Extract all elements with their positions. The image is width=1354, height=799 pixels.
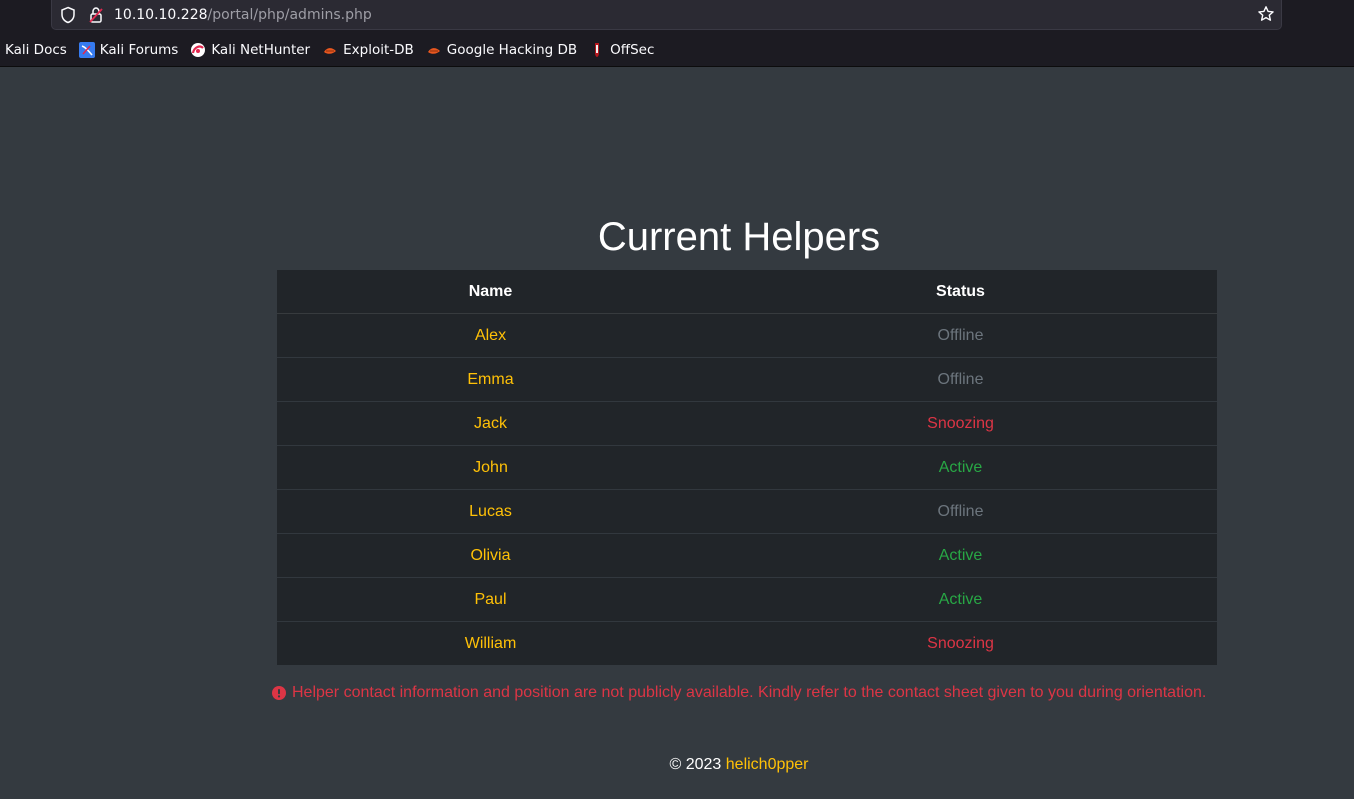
bookmark-label: Exploit-DB xyxy=(343,42,414,58)
offsec-icon xyxy=(589,42,605,58)
bookmark-kali-docs[interactable]: Kali Docs xyxy=(5,42,67,58)
table-row: John Active xyxy=(277,445,1217,490)
page-title: Current Helpers xyxy=(597,215,881,259)
footer: © 2023 helich0pper xyxy=(0,756,1354,774)
helpers-table: Name Status Alex Offline Emma Offline Ja… xyxy=(277,270,1217,665)
url-text[interactable]: 10.10.10.228/portal/php/admins.php xyxy=(114,6,372,24)
insecure-lock-icon[interactable] xyxy=(88,6,104,29)
helper-name: Jack xyxy=(277,401,704,446)
nethunter-icon xyxy=(190,42,206,58)
table-row: Paul Active xyxy=(277,577,1217,622)
footer-copyright: © 2023 xyxy=(669,756,722,773)
helper-status: Active xyxy=(704,533,1217,578)
browser-chrome: 10.10.10.228/portal/php/admins.php Kali … xyxy=(0,0,1354,67)
helper-name: Alex xyxy=(277,313,704,358)
bookmark-google-hacking-db[interactable]: Google Hacking DB xyxy=(426,42,577,58)
helper-status: Active xyxy=(704,445,1217,490)
helper-name: Lucas xyxy=(277,489,704,534)
column-header-status: Status xyxy=(704,270,1217,314)
helper-status: Snoozing xyxy=(927,634,994,652)
helper-name: Olivia xyxy=(277,533,704,578)
notice-text: Helper contact information and position … xyxy=(292,684,1207,701)
exclamation-circle-icon xyxy=(272,686,286,700)
helper-name: Paul xyxy=(277,577,704,622)
helper-status: Active xyxy=(704,577,1217,622)
exploit-db-icon xyxy=(322,42,338,58)
helper-name: John xyxy=(277,445,704,490)
bookmark-exploit-db[interactable]: Exploit-DB xyxy=(322,42,414,58)
table-row: Emma Offline xyxy=(277,357,1217,402)
kali-forums-icon xyxy=(78,42,95,58)
table-row: Jack Snoozing xyxy=(277,401,1217,446)
table-row: William Snoozing xyxy=(277,622,1217,666)
bookmark-label: Google Hacking DB xyxy=(446,42,578,58)
bookmark-star-icon[interactable] xyxy=(1257,5,1275,28)
table-row: Lucas Offline xyxy=(277,489,1217,534)
helper-name: Emma xyxy=(277,357,704,402)
bookmark-label: Kali Docs xyxy=(5,42,67,58)
table-row: Olivia Active xyxy=(277,533,1217,578)
table-header-row: Name Status xyxy=(277,270,1217,314)
bookmarks-toolbar: Kali Docs Kali Forums Kali NetHunter Exp… xyxy=(0,38,661,62)
table-row: Alex Offline xyxy=(277,313,1217,358)
helper-status: Offline xyxy=(704,489,1217,534)
bookmark-label: Kali NetHunter xyxy=(211,42,311,58)
url-host: 10.10.10.228 xyxy=(114,7,208,23)
contact-info-notice: Helper contact information and position … xyxy=(272,684,1232,702)
footer-author-link[interactable]: helich0pper xyxy=(726,756,809,773)
ghdb-icon xyxy=(426,42,442,58)
bookmark-kali-nethunter[interactable]: Kali NetHunter xyxy=(190,42,310,58)
bookmark-kali-forums[interactable]: Kali Forums xyxy=(78,42,179,58)
helper-status: Offline xyxy=(704,313,1217,358)
helper-status: Snoozing xyxy=(704,401,1217,446)
bookmark-label: Kali Forums xyxy=(99,42,179,58)
column-header-name: Name xyxy=(277,270,704,314)
shield-icon[interactable] xyxy=(60,6,76,29)
url-bar[interactable]: 10.10.10.228/portal/php/admins.php xyxy=(51,0,1282,30)
bookmark-offsec[interactable]: OffSec xyxy=(589,42,654,58)
bookmark-label: OffSec xyxy=(610,42,655,58)
helper-status: Offline xyxy=(704,357,1217,402)
url-path: /portal/php/admins.php xyxy=(207,7,372,23)
helper-name: William xyxy=(464,634,517,652)
